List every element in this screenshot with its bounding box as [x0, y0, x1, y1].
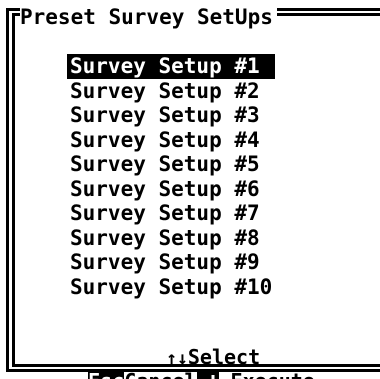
execute-label[interactable]: Execute [231, 369, 315, 379]
frame-left-outer [6, 8, 9, 372]
preset-list: Survey Setup #1 Survey Setup #2 Survey Set… [67, 54, 276, 300]
cancel-label[interactable]: Cancel [124, 369, 196, 379]
dialog-title: Preset Survey SetUps [20, 2, 277, 32]
preset-item-10[interactable]: Survey Setup #10 [67, 275, 275, 300]
help-action-row: EscCancel Execute [40, 342, 315, 379]
preset-item-1[interactable]: Survey Setup #1 [67, 54, 276, 79]
preset-item-8[interactable]: Survey Setup #8 [67, 226, 275, 251]
preset-item-3[interactable]: Survey Setup #3 [67, 103, 275, 128]
preset-item-4[interactable]: Survey Setup #4 [67, 128, 275, 153]
frame-left-inner [12, 13, 15, 367]
preset-item-6[interactable]: Survey Setup #6 [67, 177, 275, 202]
preset-item-5[interactable]: Survey Setup #5 [67, 152, 275, 177]
preset-survey-dialog: Preset Survey SetUps Survey Setup #1 Surv… [0, 0, 380, 379]
esc-key[interactable]: Esc [88, 369, 125, 379]
enter-key-icon[interactable] [196, 371, 219, 379]
preset-item-9[interactable]: Survey Setup #9 [67, 250, 275, 275]
preset-item-2[interactable]: Survey Setup #2 [67, 79, 275, 104]
help-select-row: ↑↓Select [118, 318, 260, 369]
preset-item-7[interactable]: Survey Setup #7 [67, 201, 275, 226]
